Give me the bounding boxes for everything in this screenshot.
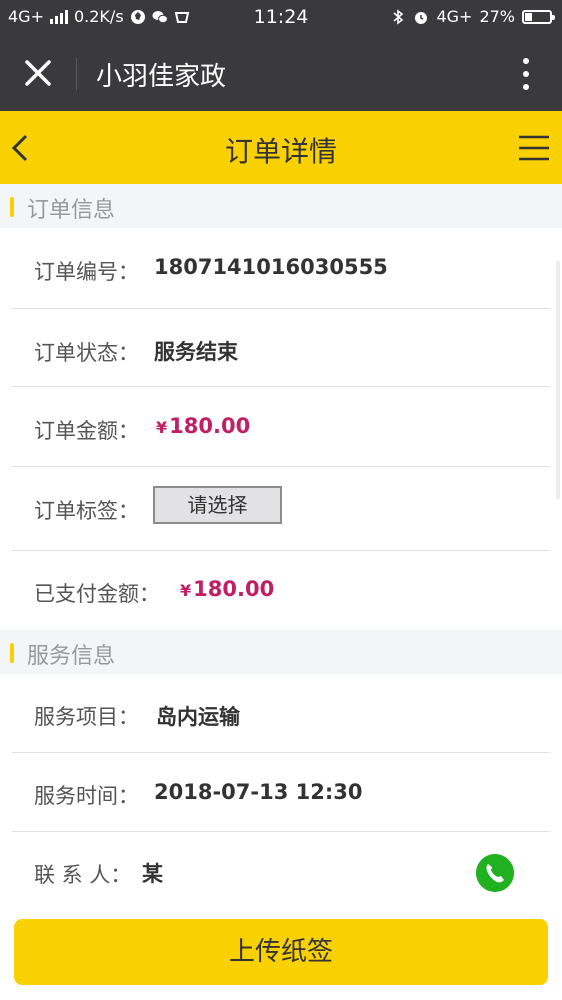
close-icon[interactable] <box>20 55 56 91</box>
network-label-right: 4G+ <box>436 7 473 26</box>
paid-number: 180.00 <box>193 577 275 601</box>
paid-amount-value: ¥180.00 <box>180 577 274 601</box>
service-time-value: 2018-07-13 12:30 <box>154 780 363 804</box>
section-order-info: 订单信息 <box>0 184 562 228</box>
row-order-status: 订单状态： 服务结束 <box>12 309 550 387</box>
battery-icon <box>522 9 555 24</box>
order-status-value: 服务结束 <box>154 340 238 364</box>
currency-symbol: ¥ <box>156 418 168 437</box>
scrollbar[interactable] <box>556 260 560 500</box>
row-service-time: 服务时间： 2018-07-13 12:30 <box>12 753 550 832</box>
phone-icon[interactable] <box>476 854 514 892</box>
row-service-item: 服务项目： 岛内运输 <box>12 674 550 753</box>
upload-paper-sign-button[interactable]: 上传纸签 <box>14 919 548 985</box>
row-contact: 联 系 人： 某 <box>12 832 550 905</box>
order-amount-label: 订单金额： <box>34 419 139 443</box>
service-item-value: 岛内运输 <box>156 705 240 729</box>
more-vertical-icon[interactable] <box>520 56 532 92</box>
section-marker <box>10 197 14 217</box>
page-header: 订单详情 <box>0 111 562 184</box>
amount-number: 180.00 <box>169 414 251 438</box>
section-title: 服务信息 <box>27 644 116 669</box>
alarm-icon <box>415 11 428 24</box>
row-order-amount: 订单金额： ¥180.00 <box>12 387 550 467</box>
service-time-label: 服务时间： <box>34 784 139 808</box>
section-title: 订单信息 <box>27 198 116 223</box>
row-paid-amount: 已支付金额： ¥180.00 <box>12 551 550 626</box>
order-number-label: 订单编号： <box>34 260 139 284</box>
app-title: 小羽佳家政 <box>96 62 227 92</box>
order-tag-label: 订单标签： <box>34 499 139 523</box>
hamburger-menu-icon[interactable] <box>518 135 550 161</box>
title-divider <box>76 58 77 90</box>
order-status-label: 订单状态： <box>34 341 139 365</box>
row-order-tag: 订单标签： 请选择 <box>12 467 550 551</box>
contact-label: 联 系 人： <box>34 863 132 887</box>
row-order-number: 订单编号： 1807141016030555 <box>12 228 550 309</box>
battery-fill <box>525 12 533 21</box>
contact-value: 某 <box>142 862 163 886</box>
status-right: 4G+ 27% <box>390 7 555 26</box>
order-tag-select[interactable]: 请选择 <box>153 486 282 524</box>
bottom-action-bar: 上传纸签 <box>0 905 562 1000</box>
order-number-value: 1807141016030555 <box>154 255 388 279</box>
service-item-label: 服务项目： <box>34 705 139 729</box>
app-title-bar: 小羽佳家政 <box>0 36 562 111</box>
section-marker <box>10 643 14 663</box>
currency-symbol: ¥ <box>180 581 192 600</box>
order-amount-value: ¥180.00 <box>156 414 250 438</box>
section-service-info: 服务信息 <box>0 630 562 674</box>
paid-amount-label: 已支付金额： <box>34 582 160 606</box>
battery-percent: 27% <box>479 7 515 26</box>
bluetooth-icon <box>393 8 404 25</box>
status-bar: 4G+ 0.2K/s 11:24 4G+ 27% <box>0 0 562 36</box>
page-title: 订单详情 <box>224 135 337 168</box>
